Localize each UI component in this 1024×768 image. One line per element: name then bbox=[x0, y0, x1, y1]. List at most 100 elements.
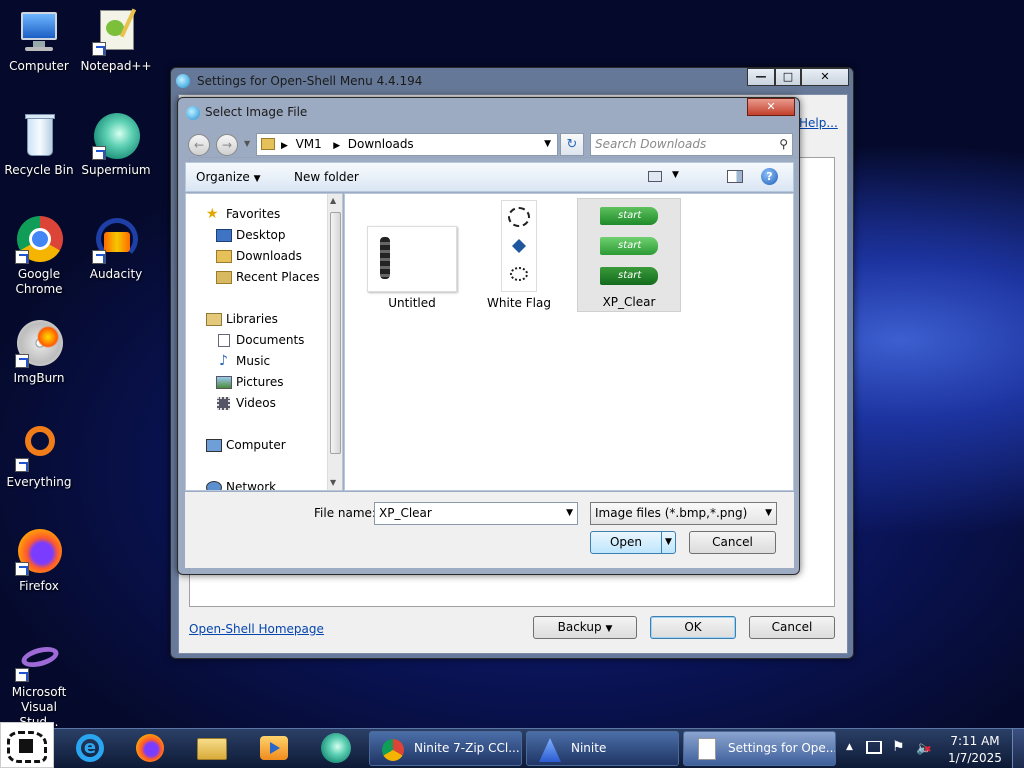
taskbar-pinned-supermium[interactable] bbox=[318, 730, 354, 766]
desktop-icon-imgburn[interactable]: ImgBurn bbox=[1, 320, 77, 386]
imgburn-icon bbox=[15, 320, 63, 368]
desktop-icon-computer[interactable]: Computer bbox=[1, 8, 77, 74]
change-view-icon[interactable] bbox=[648, 171, 662, 182]
dialog-close-button[interactable]: ✕ bbox=[747, 98, 795, 116]
file-item-white-flag[interactable]: White Flag bbox=[472, 200, 566, 310]
clock[interactable]: 7:11 AM 1/7/2025 bbox=[940, 733, 1010, 767]
new-folder-button[interactable]: New folder bbox=[294, 170, 359, 184]
clock-time: 7:11 AM bbox=[950, 734, 1000, 748]
breadcrumb-downloads[interactable]: Downloads bbox=[348, 137, 414, 151]
taskbar-pinned-ie[interactable]: e bbox=[72, 730, 108, 766]
desktop-icon-audacity[interactable]: Audacity bbox=[78, 216, 154, 282]
address-dropdown-icon[interactable]: ▼ bbox=[544, 134, 551, 154]
nav-libraries[interactable]: Libraries bbox=[186, 309, 342, 329]
taskbar-button-ninite[interactable]: Ninite bbox=[526, 731, 679, 766]
chrome-icon bbox=[382, 739, 404, 761]
visual-studio-icon bbox=[15, 642, 63, 682]
ok-button[interactable]: OK bbox=[650, 616, 736, 639]
taskbar-pinned-media-player[interactable] bbox=[256, 730, 292, 766]
explorer-icon bbox=[197, 738, 227, 760]
filename-label: File name: bbox=[314, 506, 376, 520]
address-bar[interactable]: ▶ VM1 ▶ Downloads ▼ bbox=[256, 133, 558, 156]
nav-downloads[interactable]: Downloads bbox=[186, 246, 342, 266]
desktop-icon bbox=[216, 229, 232, 242]
view-dropdown-icon[interactable]: ▼ bbox=[672, 170, 679, 180]
search-icon: ⚲ bbox=[779, 137, 788, 151]
organize-button[interactable]: Organize ▼ bbox=[196, 170, 261, 184]
help-icon[interactable]: ? bbox=[761, 168, 778, 185]
nav-videos[interactable]: Videos bbox=[186, 393, 342, 413]
filename-dropdown-icon[interactable]: ▼ bbox=[566, 503, 573, 523]
network-tray-icon[interactable] bbox=[866, 741, 882, 754]
close-button[interactable]: ✕ bbox=[801, 68, 849, 86]
desktop-icon-everything[interactable]: Everything bbox=[1, 424, 77, 490]
nav-computer[interactable]: Computer bbox=[186, 435, 342, 455]
back-button[interactable]: ← bbox=[188, 134, 210, 156]
volume-muted-icon[interactable]: 🔈 ✖ bbox=[916, 741, 932, 756]
bottom-panel: File name: XP_Clear ▼ Image files (*.bmp… bbox=[185, 492, 794, 568]
supermium-icon bbox=[92, 112, 140, 160]
nav-music[interactable]: ♪ Music bbox=[186, 351, 342, 371]
taskbar-pinned-explorer[interactable] bbox=[194, 730, 230, 766]
documents-icon bbox=[218, 334, 230, 347]
nav-scroll-thumb[interactable] bbox=[330, 212, 341, 454]
dialog-cancel-button[interactable]: Cancel bbox=[689, 531, 776, 554]
start-button[interactable] bbox=[0, 722, 54, 768]
scroll-up-icon[interactable]: ▲ bbox=[330, 196, 336, 205]
forward-button[interactable]: → bbox=[216, 134, 238, 156]
network-icon bbox=[206, 481, 222, 490]
pictures-icon bbox=[216, 376, 232, 389]
action-center-flag-icon[interactable]: ⚑ bbox=[892, 739, 905, 755]
refresh-icon[interactable]: ↻ bbox=[560, 133, 584, 156]
open-button[interactable]: Open ▼ bbox=[590, 531, 676, 554]
help-link[interactable]: Help... bbox=[799, 116, 838, 130]
select-image-dialog: Select Image File ✕ ← → ▼ ▶ VM1 ▶ Downlo… bbox=[177, 97, 800, 575]
show-desktop-button[interactable] bbox=[1012, 729, 1024, 768]
file-item-xp-clear[interactable]: start start start XP_Clear bbox=[577, 198, 681, 312]
nav-recent-places[interactable]: Recent Places bbox=[186, 267, 342, 287]
show-hidden-icons-button[interactable]: ▲ bbox=[846, 742, 853, 752]
computer-icon bbox=[206, 439, 222, 452]
nav-pictures[interactable]: Pictures bbox=[186, 372, 342, 392]
everything-icon bbox=[15, 424, 63, 472]
videos-icon bbox=[217, 397, 230, 410]
scroll-down-icon[interactable]: ▼ bbox=[330, 478, 336, 487]
desktop-icon-notepadpp[interactable]: Notepad++ bbox=[78, 8, 154, 74]
libraries-icon bbox=[206, 313, 222, 326]
minimize-button[interactable]: — bbox=[747, 68, 775, 86]
recent-pages-chevron-icon[interactable]: ▼ bbox=[244, 139, 250, 148]
nav-scrollbar[interactable]: ▲ ▼ bbox=[327, 194, 342, 490]
backup-button[interactable]: Backup ▼ bbox=[533, 616, 637, 639]
nav-favorites[interactable]: ★ Favorites bbox=[186, 204, 342, 224]
breadcrumb-vm1[interactable]: VM1 bbox=[296, 137, 322, 151]
desktop-icon-recycle-bin[interactable]: Recycle Bin bbox=[1, 112, 77, 178]
homepage-link[interactable]: Open-Shell Homepage bbox=[189, 622, 324, 636]
desktop-icon-firefox[interactable]: Firefox bbox=[1, 528, 77, 594]
dialog-title: Select Image File bbox=[205, 105, 308, 119]
taskbar-button-settings[interactable]: Settings for Ope... bbox=[683, 731, 836, 766]
maximize-button[interactable]: □ bbox=[775, 68, 801, 86]
desktop-icon-visual-studio[interactable]: Microsoft Visual Stud... bbox=[1, 642, 77, 730]
filetype-select[interactable]: Image files (*.bmp,*.png) ▼ bbox=[590, 502, 777, 525]
preview-pane-icon[interactable] bbox=[727, 170, 743, 183]
nav-documents[interactable]: Documents bbox=[186, 330, 342, 350]
open-shell-icon bbox=[186, 106, 200, 120]
internet-explorer-icon: e bbox=[76, 734, 104, 762]
taskbar-pinned-firefox[interactable] bbox=[132, 730, 168, 766]
audacity-icon bbox=[92, 216, 140, 264]
taskbar-button-ninite-chrome[interactable]: Ninite 7-Zip CCl... bbox=[369, 731, 522, 766]
open-shell-icon bbox=[176, 74, 190, 88]
desktop-icon-chrome[interactable]: Google Chrome bbox=[1, 216, 77, 297]
settings-cancel-button[interactable]: Cancel bbox=[749, 616, 835, 639]
search-input[interactable]: Search Downloads ⚲ bbox=[590, 133, 793, 156]
filename-input[interactable]: XP_Clear ▼ bbox=[374, 502, 578, 525]
computer-icon bbox=[15, 8, 63, 56]
filetype-dropdown-icon[interactable]: ▼ bbox=[765, 503, 772, 523]
desktop-icon-supermium[interactable]: Supermium bbox=[78, 112, 154, 178]
command-bar: Organize ▼ New folder ▼ ? bbox=[185, 162, 794, 192]
file-item-untitled[interactable]: Untitled bbox=[365, 226, 459, 310]
nav-desktop[interactable]: Desktop bbox=[186, 225, 342, 245]
file-list: Untitled White Flag start start start XP… bbox=[344, 193, 794, 491]
nav-network[interactable]: Network bbox=[186, 477, 342, 490]
open-dropdown-icon[interactable]: ▼ bbox=[661, 532, 675, 553]
